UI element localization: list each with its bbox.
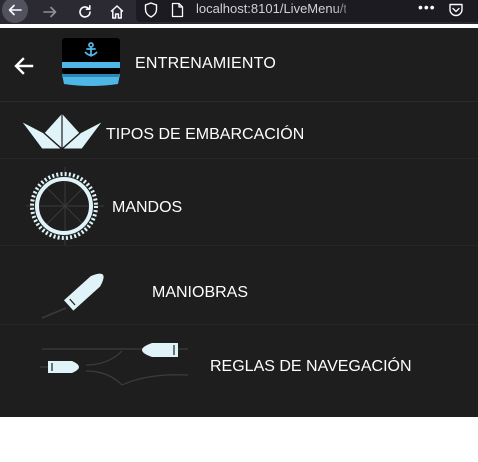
browser-toolbar: localhost:8101/LiveMenu/train-you ••• bbox=[0, 0, 478, 24]
captain-hat-icon bbox=[62, 38, 120, 86]
browser-back-button[interactable] bbox=[0, 0, 30, 24]
menu-item-label: MANIOBRAS bbox=[152, 284, 249, 301]
boats-crossing-icon bbox=[40, 343, 189, 386]
url-text[interactable]: localhost:8101/LiveMenu/train-you bbox=[196, 1, 346, 16]
url-bar[interactable]: localhost:8101/LiveMenu/train-you ••• bbox=[136, 0, 478, 22]
back-arrow-icon bbox=[8, 4, 22, 16]
browser-forward-button[interactable] bbox=[38, 0, 62, 24]
page-actions-button[interactable]: ••• bbox=[418, 0, 436, 15]
arrow-left-icon[interactable] bbox=[12, 54, 36, 78]
home-icon bbox=[110, 5, 124, 19]
menu-item-label: REGLAS DE NAVEGACIÓN bbox=[210, 358, 412, 375]
menu-item-label: MANDOS bbox=[112, 199, 183, 216]
reload-icon bbox=[79, 5, 91, 18]
boat-maneuver-icon bbox=[41, 273, 104, 319]
browser-home-button[interactable] bbox=[106, 0, 128, 24]
forward-arrow-icon bbox=[43, 6, 57, 18]
pocket-icon[interactable] bbox=[448, 2, 464, 18]
menu-item-mandos[interactable]: MANDOS bbox=[0, 159, 478, 245]
page-title: ENTRENAMIENTO bbox=[135, 55, 276, 72]
ship-wheel-icon bbox=[26, 167, 104, 245]
menu-item-reglas-de-navegacion[interactable]: REGLAS DE NAVEGACIÓN bbox=[0, 325, 478, 413]
browser-reload-button[interactable] bbox=[74, 0, 96, 24]
app-header: ENTRENAMIENTO bbox=[0, 28, 478, 102]
menu-item-maniobras[interactable]: MANIOBRAS bbox=[0, 246, 478, 324]
url-fade bbox=[332, 0, 360, 22]
menu-item-tipos-de-embarcacion[interactable]: TIPOS DE EMBARCACIÓN bbox=[0, 102, 478, 158]
app-content: ENTRENAMIENTO TIPOS DE EMBARCACIÓN MANDO… bbox=[0, 28, 478, 417]
shield-icon[interactable] bbox=[144, 2, 158, 18]
menu-item-label: TIPOS DE EMBARCACIÓN bbox=[106, 126, 305, 143]
page-icon[interactable] bbox=[171, 2, 184, 18]
paper-boat-icon bbox=[20, 112, 104, 151]
